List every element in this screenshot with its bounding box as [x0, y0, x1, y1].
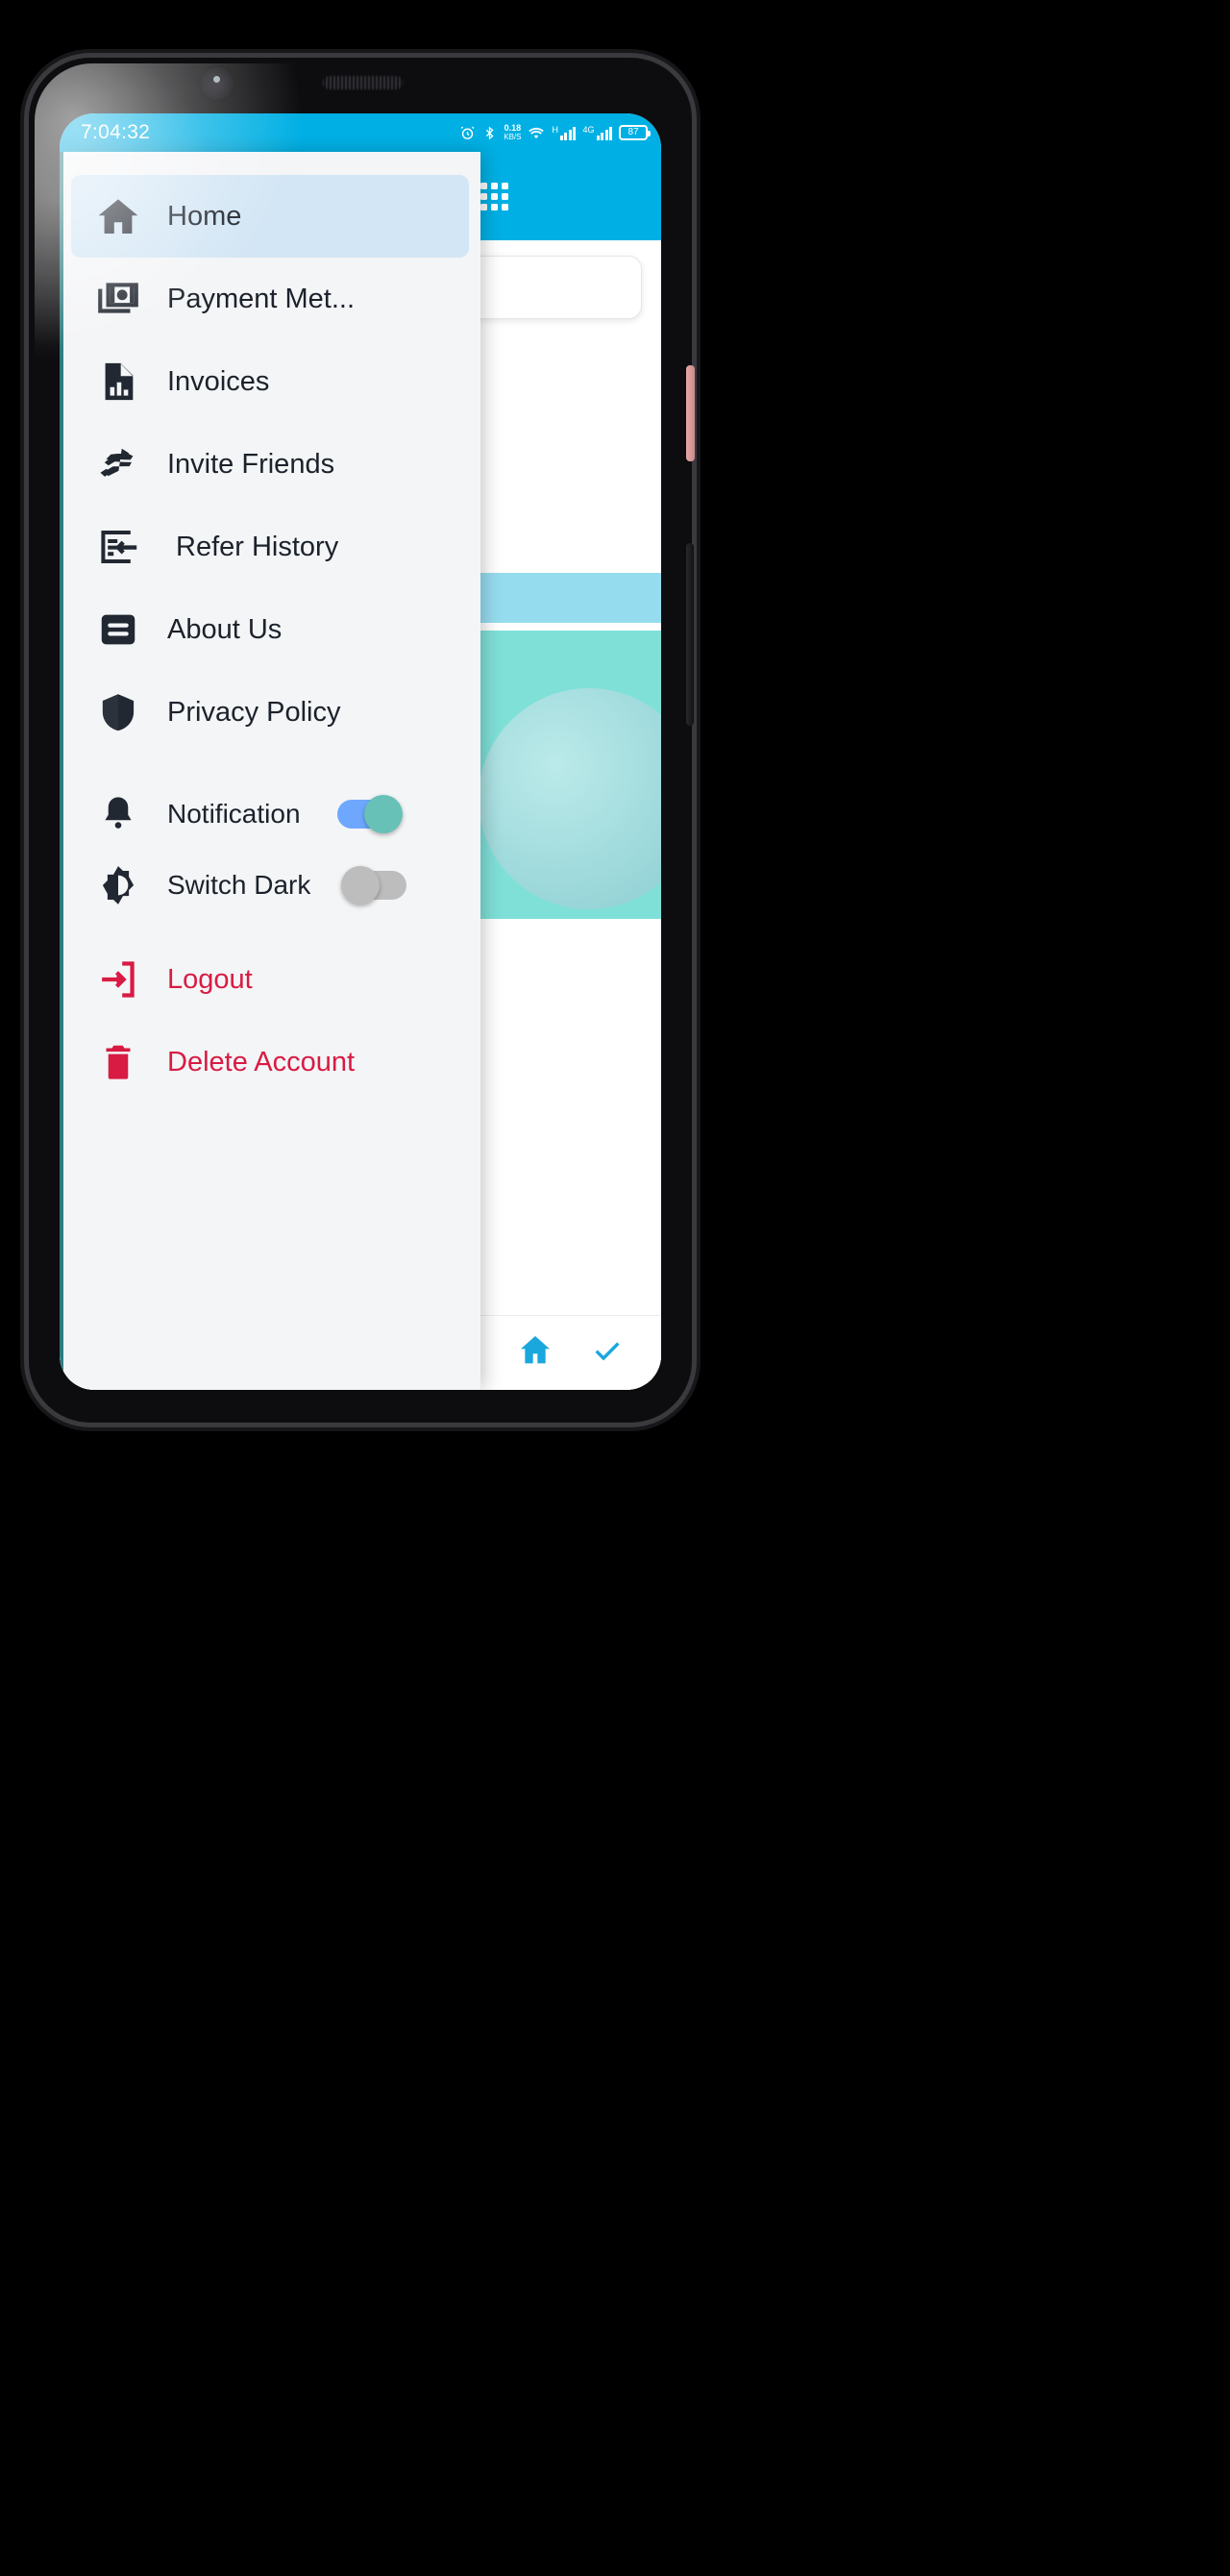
battery-icon: 87	[619, 125, 651, 140]
shield-icon	[92, 690, 144, 734]
wifi-icon	[528, 126, 545, 140]
sidebar-item-label: Switch Dark	[167, 870, 311, 900]
bell-icon	[92, 793, 144, 835]
switch-dark-toggle[interactable]	[341, 866, 407, 904]
power-button[interactable]	[686, 543, 694, 726]
data-rate-value: 0.18	[504, 123, 522, 133]
data-rate-unit: KB/S	[504, 133, 522, 141]
network-type-1: H	[552, 124, 558, 135]
money-icon	[92, 275, 144, 323]
brightness-icon	[92, 863, 144, 907]
status-bar-icons: 0.18 KB/S H 4G 87	[459, 123, 651, 142]
volume-button[interactable]	[686, 365, 695, 461]
app-body: Search... K KleanCor REFER FRIEN YOU GE …	[60, 152, 661, 1390]
status-bar: 7:04:32 0.18 KB/S H 4G 87	[60, 113, 661, 152]
signal-bars-2	[596, 126, 612, 140]
bluetooth-icon	[482, 125, 497, 141]
earpiece-speaker	[322, 75, 404, 90]
screenshot-root: 7:04:32 0.18 KB/S H 4G 87 Home Payment M…	[0, 0, 1230, 2576]
phone-screen: 7:04:32 0.18 KB/S H 4G 87 Home Payment M…	[60, 113, 661, 1390]
sidebar-item-invite-friends[interactable]: Invite Friends	[71, 423, 469, 506]
toggle-knob	[341, 866, 381, 904]
sidebar-item-switch-dark[interactable]: Switch Dark	[71, 850, 469, 921]
notification-toggle[interactable]	[336, 795, 403, 833]
sidebar-item-payment-methods[interactable]: Payment Met...	[71, 258, 469, 340]
data-rate-indicator: 0.18 KB/S	[504, 123, 522, 142]
navigation-drawer: Home Payment Met... Invoices Invite Frie…	[60, 152, 480, 1390]
invoice-chart-icon	[92, 359, 144, 404]
sidebar-item-notification[interactable]: Notification	[71, 779, 469, 850]
sidebar-item-label: Privacy Policy	[167, 696, 341, 728]
drawer-edge-accent	[60, 152, 63, 1390]
sidebar-item-delete-account[interactable]: Delete Account	[71, 1021, 469, 1103]
sidebar-item-label: Invoices	[167, 365, 270, 397]
sidebar-item-logout[interactable]: Logout	[71, 938, 469, 1021]
logout-icon	[92, 957, 144, 1002]
sidebar-item-invoices[interactable]: Invoices	[71, 340, 469, 423]
signal-icon-1: H	[552, 124, 577, 140]
sidebar-item-home[interactable]: Home	[71, 175, 469, 258]
battery-percent: 87	[627, 127, 639, 137]
handshake-icon	[92, 440, 144, 488]
sidebar-item-label: Notification	[167, 799, 301, 829]
sidebar-item-label: About Us	[167, 613, 283, 645]
list-lines-icon	[92, 607, 144, 652]
list-arrow-icon	[92, 524, 144, 570]
sidebar-item-privacy-policy[interactable]: Privacy Policy	[71, 671, 469, 754]
alarm-icon	[459, 125, 476, 141]
sidebar-item-refer-history[interactable]: Refer History	[71, 506, 469, 588]
toggle-knob	[363, 795, 403, 833]
sidebar-item-label: Refer History	[176, 531, 339, 562]
signal-icon-2: 4G	[582, 124, 612, 140]
sidebar-item-label: Home	[167, 200, 242, 232]
sidebar-item-label: Payment Met...	[167, 283, 356, 314]
network-type-2: 4G	[582, 124, 595, 135]
front-camera-icon	[199, 65, 235, 102]
sidebar-item-label: Delete Account	[167, 1046, 356, 1077]
sidebar-item-label: Logout	[167, 963, 253, 995]
status-bar-clock: 7:04:32	[81, 121, 151, 143]
sidebar-item-label: Invite Friends	[167, 448, 335, 480]
home-icon	[92, 193, 144, 239]
trash-icon	[92, 1041, 144, 1083]
sidebar-item-about-us[interactable]: About Us	[71, 588, 469, 671]
signal-bars-1	[559, 126, 577, 140]
